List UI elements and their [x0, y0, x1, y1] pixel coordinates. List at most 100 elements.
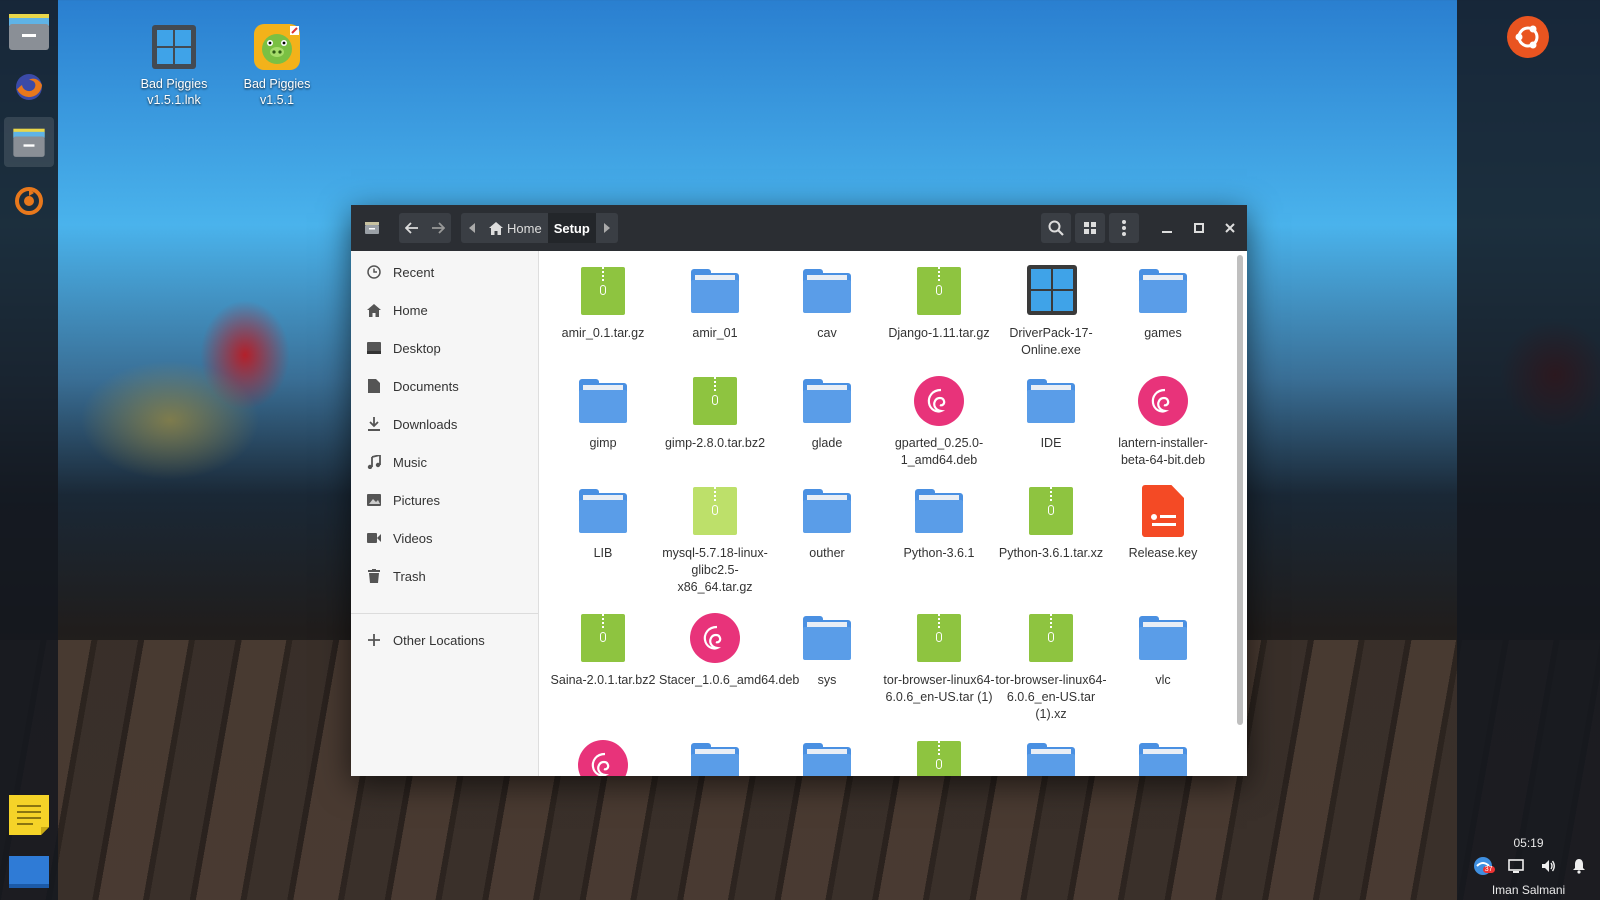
breadcrumb-home[interactable]: Home — [483, 213, 548, 243]
minimize-icon — [1162, 231, 1172, 233]
archive-icon — [911, 263, 967, 319]
scrollbar[interactable] — [1237, 255, 1243, 725]
sidebar-item-other-locations[interactable]: Other Locations — [351, 623, 538, 657]
folder-icon — [1023, 373, 1079, 429]
file-item[interactable] — [883, 737, 995, 776]
bell-icon[interactable] — [1571, 858, 1587, 879]
search-button[interactable] — [1041, 213, 1071, 243]
archive-icon — [911, 737, 967, 776]
notification-count: 37 — [1482, 865, 1495, 873]
folder-item[interactable]: vlc — [1107, 610, 1219, 689]
file-name: Stacer_1.0.6_amd64.deb — [659, 673, 800, 687]
archive-icon — [575, 610, 631, 666]
folder-item[interactable]: games — [1107, 263, 1219, 342]
file-name: gimp — [589, 436, 617, 450]
desktop-shortcut[interactable]: Bad Piggies v1.5.1.lnk — [124, 22, 224, 108]
download-icon — [366, 416, 382, 432]
file-item[interactable]: tor-browser-linux64-6.0.6_en-US.tar (1).… — [995, 610, 1107, 723]
file-view: amir_0.1.tar.gz amir_01 cav Django-1.11.tar… — [539, 251, 1235, 776]
breadcrumb-home-label: Home — [507, 220, 542, 236]
folder-item[interactable]: amir_01 — [659, 263, 771, 342]
sidebar-item-trash[interactable]: Trash — [351, 559, 538, 593]
file-name: Python-3.6.1.tar.xz — [998, 546, 1104, 560]
user-name[interactable]: Iman Salmani — [1457, 883, 1600, 897]
volume-icon[interactable] — [1540, 858, 1556, 879]
folder-item[interactable] — [1107, 737, 1219, 776]
file-name: sys — [817, 673, 837, 687]
folder-icon — [575, 373, 631, 429]
file-item[interactable]: Django-1.11.tar.gz — [883, 263, 995, 342]
back-button[interactable] — [399, 221, 425, 235]
file-name: amir_0.1.tar.gz — [561, 326, 645, 340]
file-item[interactable]: gparted_0.25.0-1_amd64.deb — [883, 373, 995, 469]
folder-item[interactable]: cav — [771, 263, 883, 342]
folder-item[interactable]: sys — [771, 610, 883, 689]
folder-item[interactable]: outher — [771, 483, 883, 562]
sidebar-item-videos[interactable]: Videos — [351, 521, 538, 555]
sidebar-item-documents[interactable]: Documents — [351, 369, 538, 403]
file-item[interactable]: Python-3.6.1.tar.xz — [995, 483, 1107, 562]
folder-item[interactable]: gimp — [547, 373, 659, 452]
trash-icon — [366, 568, 382, 584]
file-name: Python-3.6.1 — [903, 546, 975, 560]
file-item[interactable]: Release.key — [1107, 483, 1219, 562]
archive-icon — [1023, 483, 1079, 539]
sidebar-item-label: Home — [393, 302, 428, 318]
sidebar-item-desktop[interactable]: Desktop — [351, 331, 538, 365]
folder-item[interactable] — [771, 737, 883, 776]
show-desktop-icon[interactable] — [4, 848, 54, 898]
breadcrumb-scroll-right[interactable] — [596, 213, 618, 243]
sidebar-item-music[interactable]: Music — [351, 445, 538, 479]
file-item[interactable]: tor-browser-linux64-6.0.6_en-US.tar (1) — [883, 610, 995, 706]
file-item[interactable]: Stacer_1.0.6_amd64.deb — [659, 610, 800, 689]
screen-icon[interactable] — [1508, 858, 1525, 879]
forward-button[interactable] — [425, 221, 451, 235]
folder-icon — [687, 263, 743, 319]
minimize-button[interactable] — [1154, 213, 1180, 243]
menu-button[interactable] — [1109, 213, 1139, 243]
sticky-notes-icon[interactable] — [4, 790, 54, 840]
windows-exe-icon — [1023, 263, 1079, 319]
maximize-button[interactable] — [1186, 213, 1212, 243]
close-button[interactable] — [1217, 213, 1243, 243]
desktop-shortcut[interactable]: Bad Piggies v1.5.1 — [227, 22, 327, 108]
view-toggle-button[interactable] — [1075, 213, 1105, 243]
sidebar-item-downloads[interactable]: Downloads — [351, 407, 538, 441]
wallpaper-bokeh — [80, 360, 260, 480]
firefox-icon[interactable] — [4, 62, 54, 112]
folder-item[interactable]: glade — [771, 373, 883, 452]
file-manager-icon[interactable] — [4, 6, 54, 56]
grid-view-icon — [1084, 222, 1096, 234]
ubuntu-menu-icon[interactable] — [1507, 16, 1549, 58]
folder-icon — [1135, 737, 1191, 776]
arrow-right-icon — [432, 222, 445, 234]
folder-icon — [575, 483, 631, 539]
sidebar-item-recent[interactable]: Recent — [351, 255, 538, 289]
file-manager-icon[interactable] — [4, 117, 54, 167]
header-bar: Home Setup — [351, 205, 1247, 251]
folder-icon — [799, 263, 855, 319]
folder-item[interactable]: LIB — [547, 483, 659, 562]
breadcrumb-scroll-left[interactable] — [461, 213, 483, 243]
folder-item[interactable]: Python-3.6.1 — [883, 483, 995, 562]
folder-item[interactable] — [659, 737, 771, 776]
clock[interactable]: 05:19 — [1457, 836, 1600, 850]
notification-badge-icon[interactable]: 37 — [1473, 856, 1495, 881]
folder-icon — [799, 737, 855, 776]
folder-item[interactable] — [995, 737, 1107, 776]
breadcrumb-current[interactable]: Setup — [547, 213, 596, 243]
file-item[interactable]: amir_0.1.tar.gz — [547, 263, 659, 342]
file-item[interactable] — [547, 737, 659, 776]
sidebar-item-label: Other Locations — [393, 632, 485, 648]
file-item[interactable]: Saina-2.0.1.tar.bz2 — [547, 610, 659, 689]
sidebar-item-home[interactable]: Home — [351, 293, 538, 327]
file-item[interactable]: DriverPack-17-Online.exe — [995, 263, 1107, 359]
folder-item[interactable]: IDE — [995, 373, 1107, 452]
sidebar-item-pictures[interactable]: Pictures — [351, 483, 538, 517]
folder-icon — [1135, 263, 1191, 319]
file-item[interactable]: mysql-5.7.18-linux-glibc2.5-x86_64.tar.g… — [659, 483, 771, 596]
software-updater-icon[interactable] — [4, 176, 54, 226]
file-item[interactable]: gimp-2.8.0.tar.bz2 — [659, 373, 771, 452]
file-item[interactable]: lantern-installer-beta-64-bit.deb — [1107, 373, 1219, 469]
file-name: Saina-2.0.1.tar.bz2 — [550, 673, 656, 687]
